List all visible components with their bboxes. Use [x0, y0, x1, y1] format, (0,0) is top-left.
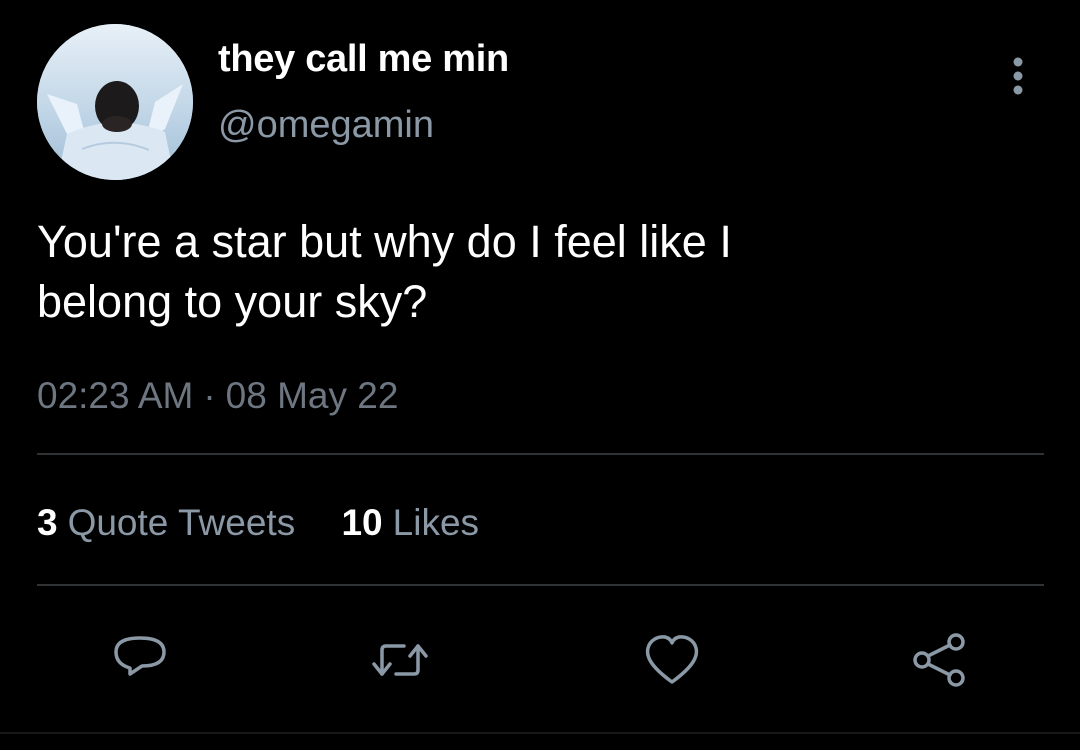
- tweet-time: 02:23 AM: [37, 375, 194, 416]
- more-options-button[interactable]: [998, 52, 1038, 104]
- quote-tweets-count: 3: [37, 502, 58, 543]
- share-button[interactable]: [908, 628, 972, 692]
- heart-icon: [645, 635, 699, 684]
- reply-button[interactable]: [108, 628, 172, 692]
- retweet-icon: [372, 644, 428, 676]
- timestamp-separator: ·: [203, 375, 216, 416]
- quote-tweets-label: Quote Tweets: [67, 502, 296, 543]
- reply-icon: [114, 636, 166, 676]
- display-name[interactable]: they call me min: [218, 38, 509, 81]
- tweet-stats: 3 Quote Tweets 10 Likes: [37, 502, 515, 544]
- likes-label: Likes: [392, 502, 480, 543]
- user-handle[interactable]: @omegamin: [218, 104, 434, 147]
- avatar-image: [37, 24, 193, 180]
- tweet-text: You're a star but why do I feel like I b…: [37, 212, 1037, 332]
- likes-count: 10: [341, 502, 383, 543]
- like-button[interactable]: [640, 628, 704, 692]
- divider: [37, 453, 1044, 455]
- tweet-timestamp: 02:23 AM · 08 May 22: [37, 375, 398, 417]
- bottom-divider: [0, 732, 1080, 734]
- share-icon: [913, 633, 965, 687]
- tweet-text-line-1: You're a star but why do I feel like I: [37, 216, 732, 267]
- tweet-text-line-2: belong to your sky?: [37, 276, 428, 327]
- avatar[interactable]: [37, 24, 193, 180]
- divider: [37, 584, 1044, 586]
- quote-tweets-stat[interactable]: 3 Quote Tweets: [37, 502, 295, 544]
- tweet-detail: they call me min @omegamin You're a star…: [0, 0, 1080, 750]
- more-vertical-icon: [1013, 57, 1023, 95]
- tweet-date: 08 May 22: [225, 375, 399, 416]
- likes-stat[interactable]: 10 Likes: [341, 502, 479, 544]
- retweet-button[interactable]: [368, 628, 432, 692]
